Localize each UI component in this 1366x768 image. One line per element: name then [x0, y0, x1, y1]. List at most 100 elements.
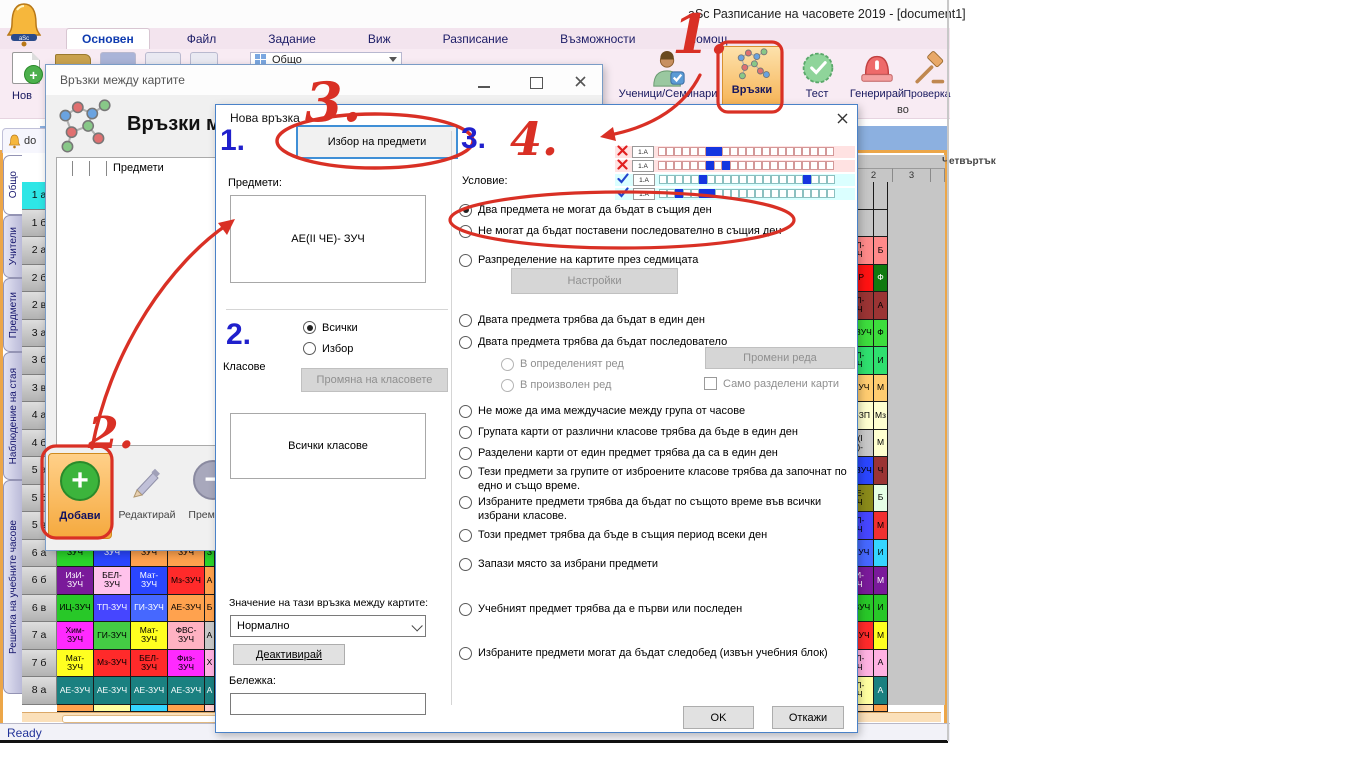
ok-button[interactable]: OK [683, 706, 754, 729]
timetable-cell[interactable]: БЕЛ-ЗУЧ [131, 650, 168, 678]
students-button-label[interactable]: Ученици/Семинари [618, 88, 718, 100]
timetable-cell-partial[interactable] [57, 705, 94, 712]
timetable-cell-partial[interactable] [168, 705, 205, 712]
classes-box[interactable]: Всички класове [230, 413, 426, 479]
minimize-button[interactable] [478, 86, 490, 88]
select-subjects-button[interactable]: Избор на предмети [296, 125, 458, 159]
timetable-cell[interactable]: Мат-ЗУЧ [131, 567, 168, 595]
timetable-cell[interactable]: ФВС-ЗУЧ [168, 622, 205, 650]
timetable-cell[interactable]: АЕ-ЗУЧ [168, 677, 205, 705]
timetable-cell[interactable]: АЕ-ЗУЧ [57, 677, 94, 705]
timetable-cell[interactable]: И [874, 595, 888, 623]
timetable-cell[interactable]: Ф [874, 265, 888, 293]
timetable-cell[interactable]: Ф [874, 320, 888, 348]
timetable-cell[interactable] [874, 182, 888, 210]
timetable-cell[interactable]: АЕ-ЗУЧ [131, 677, 168, 705]
deactivate-button[interactable]: Деактивирай [233, 644, 345, 665]
toolbar-generate-button[interactable] [858, 49, 896, 86]
condition-option[interactable]: Учебният предмет трябва да е първи или п… [459, 602, 851, 616]
timetable-cell[interactable]: ГИ-ЗУЧ [131, 595, 168, 623]
verify-button-label[interactable]: Проверка [902, 88, 952, 100]
condition-option[interactable]: Не могат да бъдат поставени последовател… [459, 224, 851, 238]
timetable-cell[interactable]: Хим-ЗУЧ [57, 622, 94, 650]
subjects-box[interactable]: АЕ(II ЧЕ)- ЗУЧ [230, 195, 426, 283]
close-icon[interactable] [574, 75, 587, 88]
condition-option[interactable]: Тези предмети за групите от изброените к… [459, 465, 851, 494]
timetable-cell[interactable]: ИзИ-ЗУЧ [57, 567, 94, 595]
timetable-cell[interactable]: А [205, 622, 215, 650]
toolbar-students-button[interactable] [640, 50, 696, 88]
timetable-cell[interactable]: А [205, 677, 215, 705]
test-button-label[interactable]: Тест [790, 88, 844, 100]
edit-link-button[interactable]: Редактирай [114, 453, 180, 537]
timetable-cell[interactable]: А [874, 677, 888, 705]
timetable-cell[interactable]: М [874, 567, 888, 595]
menu-item-Виж[interactable]: Виж [353, 28, 406, 49]
row-header[interactable]: 6 б [22, 567, 57, 595]
condition-option[interactable]: Избраните предмети могат да бъдат следоб… [459, 646, 851, 660]
timetable-cell[interactable]: М [874, 622, 888, 650]
toolbar-test-button[interactable] [800, 50, 836, 86]
toolbar-verify-button[interactable] [910, 51, 946, 87]
condition-option[interactable]: Разделени карти от един предмет трябва д… [459, 446, 851, 460]
timetable-cell-partial[interactable] [874, 705, 888, 712]
meaning-select[interactable]: Нормално [230, 615, 426, 637]
timetable-cell[interactable]: БЕЛ-ЗУЧ [94, 567, 131, 595]
change-classes-button[interactable]: Промяна на класовете [301, 368, 448, 392]
side-tab-Общо[interactable]: Общо [3, 155, 22, 215]
timetable-cell-partial[interactable] [94, 705, 131, 712]
toolbar-links-button[interactable]: Връзки [722, 46, 782, 108]
condition-option[interactable]: Запази място за избрани предмети [459, 557, 851, 571]
condition-option[interactable]: Този предмет трябва да бъде в същия пери… [459, 528, 851, 542]
timetable-cell[interactable]: Мз-ЗУЧ [94, 650, 131, 678]
links-dialog-titlebar[interactable]: Връзки между картите [46, 65, 602, 95]
menu-item-Разписание[interactable]: Разписание [428, 28, 524, 49]
menu-item-Основен[interactable]: Основен [66, 28, 150, 49]
classes-all-radio[interactable]: Всички [303, 321, 358, 334]
timetable-cell[interactable]: Б [205, 595, 215, 623]
note-input[interactable] [230, 693, 426, 715]
side-tab-Наблюдение на стая[interactable]: Наблюдение на стая [3, 352, 22, 480]
row-header[interactable]: 7 б [22, 650, 57, 678]
add-link-button[interactable]: + Добави [48, 453, 112, 539]
timetable-cell[interactable] [874, 210, 888, 238]
generate-button-label[interactable]: Генерирай [846, 88, 908, 100]
timetable-cell[interactable]: Ч [874, 457, 888, 485]
timetable-cell[interactable]: АЕ-ЗУЧ [94, 677, 131, 705]
row-header[interactable]: 8 а [22, 677, 57, 705]
timetable-cell[interactable]: Мат-ЗУЧ [57, 650, 94, 678]
menu-item-Файл[interactable]: Файл [172, 28, 232, 49]
side-tab-Предмети[interactable]: Предмети [3, 278, 22, 352]
change-order-button[interactable]: Промени реда [705, 347, 855, 369]
timetable-cell[interactable]: Мат-ЗУЧ [131, 622, 168, 650]
menu-item-Възможности[interactable]: Възможности [545, 28, 650, 49]
row-header[interactable]: 7 а [22, 622, 57, 650]
timetable-cell-partial[interactable] [131, 705, 168, 712]
classes-choose-radio[interactable]: Избор [303, 342, 353, 355]
condition-option[interactable]: Разпределение на картите през седмицата [459, 253, 851, 267]
condition-option[interactable]: Не може да има междучасие между група от… [459, 404, 851, 418]
side-tab-Учители[interactable]: Учители [3, 215, 22, 278]
condition-option[interactable]: Два предмета не могат да бъдат в същия д… [459, 203, 851, 217]
cancel-button[interactable]: Откажи [772, 706, 844, 729]
settings-button[interactable]: Настройки [511, 268, 678, 294]
only-split-checkbox[interactable]: Само разделени карти [704, 377, 839, 390]
timetable-cell[interactable]: И [874, 540, 888, 568]
timetable-cell[interactable]: Мз-ЗУЧ [168, 567, 205, 595]
timetable-cell[interactable]: АЕ-ЗУЧ [168, 595, 205, 623]
timetable-cell[interactable]: А [874, 292, 888, 320]
timetable-cell[interactable]: ИЦ-ЗУЧ [57, 595, 94, 623]
timetable-cell[interactable]: Мз [874, 402, 888, 430]
condition-option[interactable]: Групата карти от различни класове трябва… [459, 425, 851, 439]
maximize-button[interactable] [530, 77, 543, 89]
timetable-cell[interactable]: М [874, 430, 888, 458]
timetable-cell[interactable]: Физ-ЗУЧ [168, 650, 205, 678]
timetable-cell[interactable]: ГИ-ЗУЧ [94, 622, 131, 650]
condition-option[interactable]: Двата предмета трябва да бъдат в един де… [459, 313, 851, 327]
menu-item-Задание[interactable]: Задание [253, 28, 331, 49]
new-button-label[interactable]: Нов [4, 90, 40, 102]
timetable-cell[interactable]: ТП-ЗУЧ [94, 595, 131, 623]
side-tab-Решетка на учебните часове[interactable]: Решетка на учебните часове [3, 480, 22, 694]
timetable-cell[interactable]: Б [874, 485, 888, 513]
close-icon[interactable] [836, 112, 849, 125]
